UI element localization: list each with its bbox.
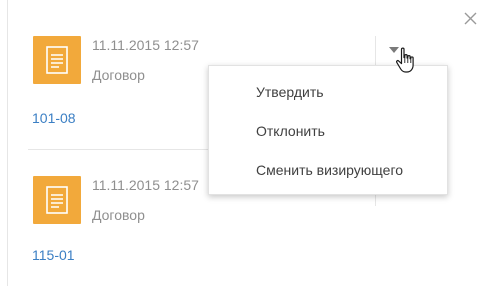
menu-item-change-approver[interactable]: Сменить визирующего bbox=[209, 155, 447, 185]
menu-item-reject[interactable]: Отклонить bbox=[209, 116, 447, 146]
item-type: Договор bbox=[92, 67, 145, 83]
menu-item-approve[interactable]: Утвердить bbox=[209, 77, 447, 107]
document-icon bbox=[46, 46, 68, 74]
document-tile bbox=[33, 176, 81, 224]
item-date: 11.11.2015 12:57 bbox=[92, 177, 199, 193]
actions-dropdown-menu: Утвердить Отклонить Сменить визирующего bbox=[208, 65, 448, 195]
document-tile bbox=[33, 36, 81, 84]
item-number-link[interactable]: 101-08 bbox=[32, 110, 76, 126]
item-type: Договор bbox=[92, 207, 145, 223]
item-date: 11.11.2015 12:57 bbox=[92, 37, 199, 53]
close-icon[interactable] bbox=[462, 10, 479, 27]
panel-left-border bbox=[7, 0, 8, 286]
item-number-link[interactable]: 115-01 bbox=[32, 247, 75, 263]
actions-separator bbox=[375, 36, 376, 66]
hand-cursor-icon bbox=[396, 47, 414, 73]
document-icon bbox=[46, 186, 68, 214]
